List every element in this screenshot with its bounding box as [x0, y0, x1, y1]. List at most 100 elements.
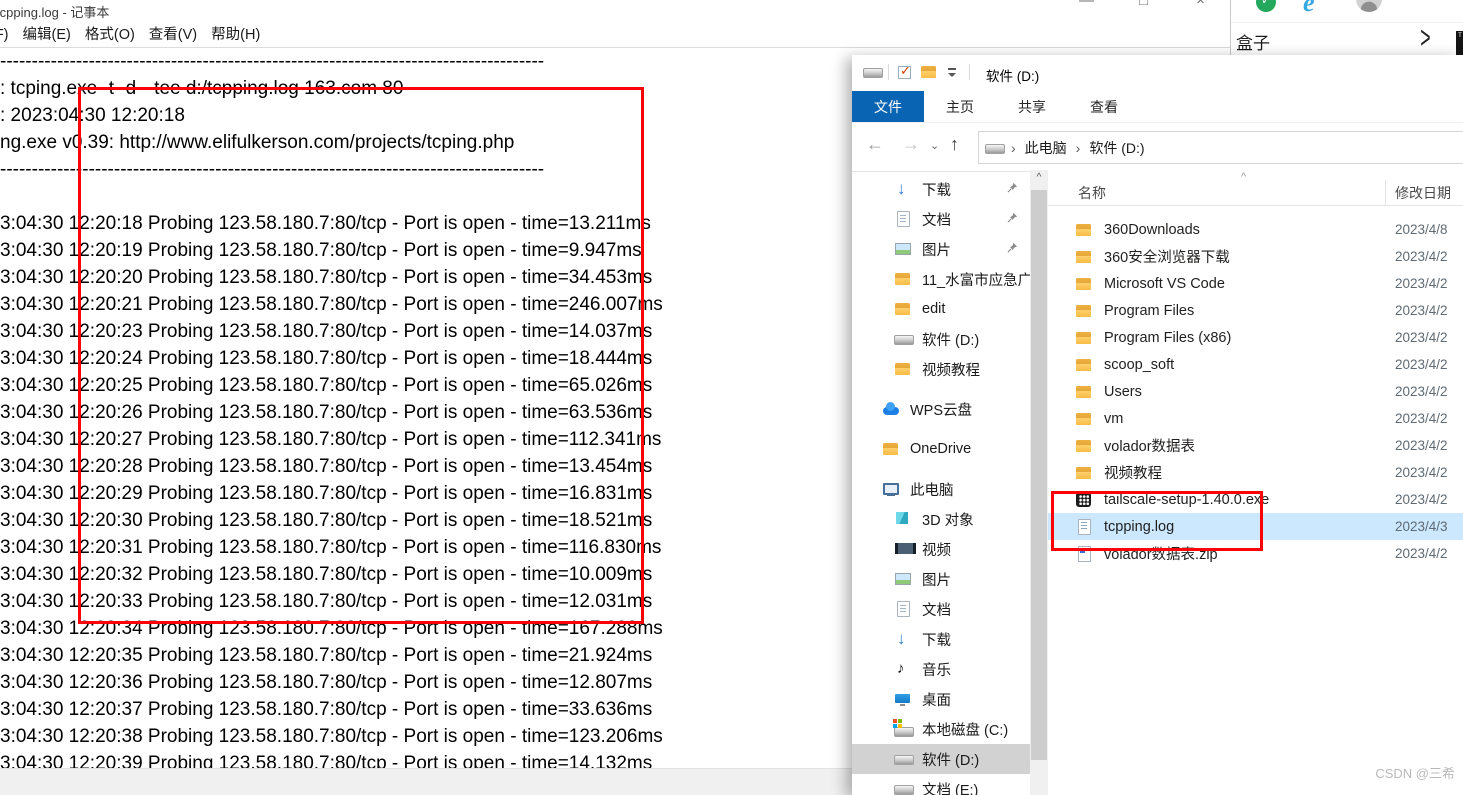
sidebar-item[interactable]: 桌面 — [852, 684, 1030, 714]
properties-checkbox-icon[interactable] — [897, 64, 913, 80]
file-list-pane: ^ 名称 修改日期 360Downloads 2023/4/8 360安全浏览器… — [1048, 170, 1463, 795]
file-row[interactable]: Program Files 2023/4/2 — [1048, 297, 1463, 324]
sidebar-item[interactable]: edit — [852, 294, 1030, 324]
sidebar-item[interactable]: 文档 (E:) — [852, 774, 1030, 795]
sidebar-item[interactable]: 音乐 — [852, 654, 1030, 684]
sidebar-item[interactable]: 此电脑 — [852, 474, 1030, 504]
sidebar-item[interactable]: 视频教程 — [852, 354, 1030, 384]
file-date: 2023/4/2 — [1395, 546, 1448, 561]
file-row[interactable]: 360安全浏览器下载 2023/4/2 — [1048, 243, 1463, 270]
notepad-menu-item[interactable]: 文件(F) — [0, 23, 16, 44]
file-row[interactable]: volador数据表 2023/4/2 — [1048, 432, 1463, 459]
sidebar-item[interactable]: 下载 — [852, 624, 1030, 654]
sidebar-item-icon — [883, 481, 899, 497]
sidebar-item-label: WPS云盘 — [910, 399, 972, 420]
file-row[interactable]: Program Files (x86) 2023/4/2 — [1048, 324, 1463, 351]
notepad-titlebar[interactable]: tcpping.log - 记事本 —□× — [0, 0, 1230, 20]
notepad-window-button[interactable]: × — [1172, 0, 1229, 9]
sidebar-item[interactable]: 本地磁盘 (C:) — [852, 714, 1030, 744]
sidebar-item-icon — [895, 721, 911, 737]
pin-icon — [1007, 181, 1018, 197]
file-icon — [1076, 276, 1092, 292]
column-header-date[interactable]: 修改日期 — [1395, 183, 1451, 203]
sidebar-item[interactable]: 文档 — [852, 204, 1030, 234]
sidebar-item[interactable]: 软件 (D:) — [852, 744, 1030, 774]
file-name: 360Downloads — [1104, 222, 1200, 238]
pin-icon — [1007, 211, 1018, 227]
file-row[interactable]: Microsoft VS Code 2023/4/2 — [1048, 270, 1463, 297]
notepad-window-button[interactable]: — — [1058, 0, 1115, 9]
file-icon — [1076, 249, 1092, 265]
internet-explorer-icon[interactable]: e — [1303, 0, 1315, 18]
sidebar-item-icon — [895, 181, 911, 197]
new-folder-icon[interactable] — [921, 64, 937, 80]
up-icon[interactable]: ↑ — [950, 134, 959, 155]
sidebar-item-label: 音乐 — [922, 659, 951, 680]
sidebar-item-label: 桌面 — [922, 689, 951, 710]
file-icon — [1076, 384, 1092, 400]
sidebar-item[interactable]: 视频 — [852, 534, 1030, 564]
notepad-menu-item[interactable]: 查看(V) — [142, 23, 204, 44]
column-header-name[interactable]: 名称 — [1078, 183, 1106, 203]
file-date: 2023/4/3 — [1395, 519, 1448, 534]
sidebar-item[interactable]: 文档 — [852, 594, 1030, 624]
explorer-window-title: 软件 (D:) — [986, 65, 1039, 85]
scroll-up-arrow-icon[interactable]: ^ — [1030, 172, 1048, 183]
forward-icon[interactable]: → — [902, 134, 920, 155]
sidebar-item[interactable]: WPS云盘 — [852, 394, 1030, 424]
sidebar-item-icon — [883, 401, 899, 417]
notepad-menu-item[interactable]: 帮助(H) — [204, 23, 267, 44]
file-row[interactable]: Users 2023/4/2 — [1048, 378, 1463, 405]
file-name: Microsoft VS Code — [1104, 276, 1225, 292]
avatar-icon[interactable] — [1356, 0, 1382, 12]
file-name: vm — [1104, 411, 1123, 427]
explorer-titlebar[interactable]: 软件 (D:) — [852, 55, 1463, 91]
background-browser-window: e 盒子 > T — [1230, 0, 1463, 55]
quick-access-toolbar — [864, 64, 970, 80]
explorer-window: 软件 (D:) 文件主页共享查看 ← → ⌄ ↑ 此电脑软件 (D:) 下载 — [852, 55, 1463, 795]
scrollbar-thumb[interactable] — [1031, 190, 1047, 760]
sidebar-item-icon — [895, 511, 911, 527]
file-row[interactable]: 360Downloads 2023/4/8 — [1048, 216, 1463, 243]
ribbon-tabs: 文件主页共享查看 — [852, 91, 1463, 123]
column-separator[interactable] — [1385, 180, 1386, 205]
ribbon-tab[interactable]: 主页 — [924, 91, 996, 122]
sidebar-item-icon — [895, 571, 911, 587]
drive-icon — [986, 140, 1002, 156]
file-row[interactable]: vm 2023/4/2 — [1048, 405, 1463, 432]
chevron-right-icon[interactable]: > — [1420, 19, 1430, 57]
file-icon — [1076, 222, 1092, 238]
ribbon-tab[interactable]: 查看 — [1068, 91, 1140, 122]
sidebar-item[interactable]: 3D 对象 — [852, 504, 1030, 534]
back-icon[interactable]: ← — [866, 134, 884, 155]
notepad-menu-item[interactable]: 格式(O) — [78, 23, 142, 44]
address-bar: ← → ⌄ ↑ 此电脑软件 (D:) — [852, 123, 1463, 172]
notepad-window-button[interactable]: □ — [1115, 0, 1172, 9]
file-row[interactable]: scoop_soft 2023/4/2 — [1048, 351, 1463, 378]
file-date: 2023/4/2 — [1395, 438, 1448, 453]
file-row[interactable]: 视频教程 2023/4/2 — [1048, 459, 1463, 486]
customize-toolbar-icon[interactable] — [945, 64, 961, 80]
sidebar-item-icon — [883, 441, 899, 457]
sidebar-item[interactable]: 11_水富市应急广 — [852, 264, 1030, 294]
sidebar-item[interactable]: 软件 (D:) — [852, 324, 1030, 354]
file-name: 360安全浏览器下载 — [1104, 246, 1230, 267]
sidebar-scrollbar[interactable]: ^ — [1030, 170, 1048, 795]
recent-locations-icon[interactable]: ⌄ — [930, 139, 939, 152]
green-check-badge-icon[interactable] — [1256, 0, 1276, 12]
sidebar-item[interactable]: 图片 — [852, 234, 1030, 264]
breadcrumb-item[interactable]: 软件 (D:) — [1067, 138, 1145, 158]
panel-label: 盒子 — [1236, 29, 1270, 54]
ribbon-tab[interactable]: 共享 — [996, 91, 1068, 122]
sidebar-item-icon — [895, 541, 911, 557]
sidebar-item-icon — [895, 241, 911, 257]
ribbon-tab[interactable]: 文件 — [852, 91, 924, 122]
sidebar-item[interactable]: OneDrive — [852, 434, 1030, 464]
breadcrumb-item[interactable]: 此电脑 — [1002, 138, 1067, 158]
sidebar-item[interactable]: 下载 — [852, 174, 1030, 204]
sidebar-item[interactable]: 图片 — [852, 564, 1030, 594]
file-name: Program Files (x86) — [1104, 330, 1231, 346]
sidebar-item-label: 11_水富市应急广 — [922, 269, 1030, 290]
address-box[interactable]: 此电脑软件 (D:) — [978, 131, 1463, 164]
notepad-menu-item[interactable]: 编辑(E) — [16, 23, 78, 44]
